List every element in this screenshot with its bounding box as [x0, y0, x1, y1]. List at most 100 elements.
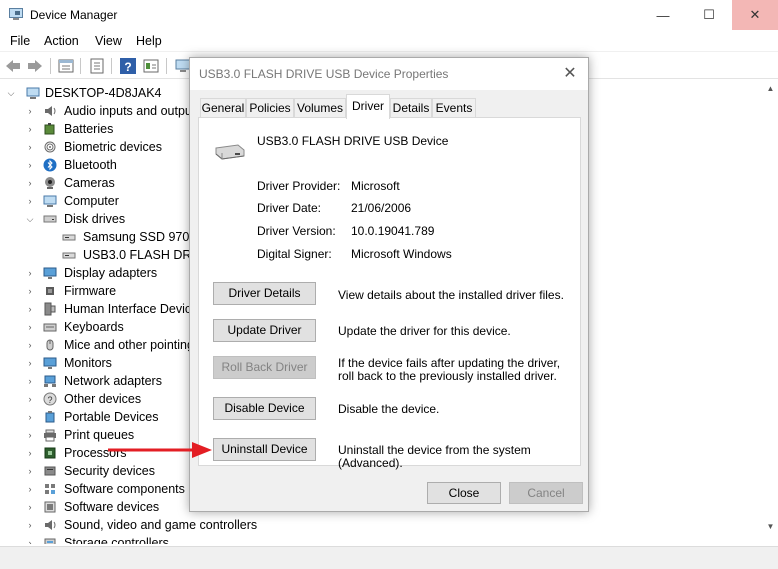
computer-icon — [43, 195, 57, 207]
driver-details-description: View details about the installed driver … — [338, 288, 564, 302]
storage-icon — [44, 538, 56, 544]
chevron-right-icon[interactable]: › — [25, 177, 35, 189]
toolbar-separator — [111, 58, 112, 74]
battery-icon — [44, 123, 55, 135]
uninstall-device-button[interactable]: Uninstall Device — [213, 438, 316, 461]
tab-policies[interactable]: Policies — [246, 98, 294, 118]
tree-item-label: Cameras — [64, 176, 115, 190]
chevron-down-icon[interactable]: ⌵ — [6, 87, 16, 99]
scroll-down-arrow-icon[interactable]: ▼ — [763, 522, 778, 536]
chevron-right-icon[interactable]: › — [25, 303, 35, 315]
chevron-right-icon[interactable]: › — [25, 465, 35, 477]
tree-item-category[interactable]: › Storage controllers — [0, 534, 760, 544]
chevron-right-icon[interactable]: › — [25, 123, 35, 135]
properties-view-icon[interactable] — [57, 57, 75, 75]
tree-item-label: Storage controllers — [64, 536, 169, 544]
maximize-button[interactable]: ☐ — [686, 0, 732, 30]
tree-item-label: Security devices — [64, 464, 156, 478]
chevron-right-icon[interactable]: › — [25, 357, 35, 369]
driver-date-value: 21/06/2006 — [351, 201, 412, 215]
svg-text:?: ? — [47, 395, 52, 405]
tree-item-label: Monitors — [64, 356, 112, 370]
vertical-scrollbar[interactable]: ▲ ▼ — [763, 82, 778, 544]
chevron-right-icon[interactable]: › — [25, 447, 35, 459]
menu-help[interactable]: Help — [136, 34, 162, 48]
disk-drive-icon — [43, 215, 57, 223]
device-manager-icon — [9, 8, 23, 20]
driver-details-button[interactable]: Driver Details — [213, 282, 316, 305]
window-title: Device Manager — [30, 8, 118, 22]
tree-item-label: Other devices — [64, 392, 142, 406]
menu-view[interactable]: View — [95, 34, 122, 48]
processor-icon — [44, 447, 56, 459]
close-window-button[interactable]: ✕ — [732, 0, 778, 30]
menu-bar: File Action View Help — [0, 30, 778, 52]
tab-events[interactable]: Events — [432, 98, 476, 118]
chevron-right-icon[interactable]: › — [25, 105, 35, 117]
portable-device-icon — [45, 411, 55, 423]
speaker-icon — [45, 520, 56, 530]
usb-drive-icon — [215, 144, 245, 160]
tree-item-label: Keyboards — [64, 320, 124, 334]
chevron-right-icon[interactable]: › — [25, 411, 35, 423]
chevron-right-icon[interactable]: › — [25, 393, 35, 405]
chevron-right-icon[interactable]: › — [25, 141, 35, 153]
dialog-title-bar: USB3.0 FLASH DRIVE USB Device Properties… — [190, 58, 588, 90]
disable-device-button[interactable]: Disable Device — [213, 397, 316, 420]
camera-icon — [45, 177, 55, 189]
tab-driver[interactable]: Driver — [346, 94, 390, 119]
fingerprint-icon — [44, 141, 56, 153]
chevron-right-icon[interactable]: › — [25, 519, 35, 531]
network-icon — [44, 375, 56, 387]
software-device-icon — [44, 501, 56, 513]
update-driver-button[interactable]: Update Driver — [213, 319, 316, 342]
speaker-icon — [45, 106, 56, 116]
tree-item-label: Audio inputs and outputs — [64, 104, 202, 118]
chevron-right-icon[interactable]: › — [25, 429, 35, 441]
security-icon — [44, 466, 56, 476]
chevron-right-icon[interactable]: › — [25, 483, 35, 495]
chevron-right-icon[interactable]: › — [25, 285, 35, 297]
tree-item-label: Network adapters — [64, 374, 162, 388]
tree-item-label: Sound, video and game controllers — [64, 518, 258, 532]
action-view-icon[interactable] — [142, 57, 160, 75]
hid-icon — [44, 302, 56, 316]
unknown-device-icon: ? — [43, 392, 57, 406]
bluetooth-icon — [43, 158, 57, 172]
chevron-right-icon[interactable]: › — [25, 375, 35, 387]
back-arrow-icon[interactable] — [4, 57, 22, 75]
minimize-button[interactable]: — — [640, 0, 686, 30]
forward-arrow-icon[interactable] — [26, 57, 44, 75]
chevron-right-icon[interactable]: › — [25, 321, 35, 333]
software-component-icon — [45, 484, 55, 494]
menu-file[interactable]: File — [10, 34, 30, 48]
tab-volumes[interactable]: Volumes — [294, 98, 346, 118]
tree-item-label: Disk drives — [64, 212, 126, 226]
help-icon[interactable]: ? — [119, 57, 137, 75]
title-bar: Device Manager — ☐ ✕ — [0, 0, 778, 30]
tree-item-label: DESKTOP-4D8JAK4 — [45, 86, 162, 100]
uninstall-device-description: Uninstall the device from the system (Ad… — [338, 443, 531, 470]
chevron-right-icon[interactable]: › — [25, 501, 35, 513]
document-icon[interactable] — [88, 57, 106, 75]
chevron-right-icon[interactable]: › — [25, 339, 35, 351]
roll-back-driver-button[interactable]: Roll Back Driver — [213, 356, 316, 379]
dialog-close-icon[interactable]: ✕ — [560, 64, 580, 84]
chevron-right-icon[interactable]: › — [25, 267, 35, 279]
tree-item-label: Print queues — [64, 428, 135, 442]
chevron-right-icon[interactable]: › — [25, 159, 35, 171]
close-button[interactable]: Close — [427, 482, 501, 504]
scroll-up-arrow-icon[interactable]: ▲ — [763, 84, 778, 98]
chevron-down-icon[interactable]: ⌵ — [25, 213, 35, 225]
dialog-title: USB3.0 FLASH DRIVE USB Device Properties — [199, 67, 449, 81]
tab-details[interactable]: Details — [390, 98, 432, 118]
chevron-right-icon[interactable]: › — [25, 195, 35, 207]
driver-version-value: 10.0.19041.789 — [351, 224, 435, 238]
drive-icon — [62, 252, 76, 259]
tree-item-category[interactable]: › Sound, video and game controllers — [0, 516, 760, 534]
chevron-right-icon[interactable]: › — [25, 537, 35, 544]
menu-action[interactable]: Action — [44, 34, 79, 48]
printer-icon — [44, 429, 56, 442]
tab-general[interactable]: General — [200, 98, 246, 118]
cancel-button[interactable]: Cancel — [509, 482, 583, 504]
